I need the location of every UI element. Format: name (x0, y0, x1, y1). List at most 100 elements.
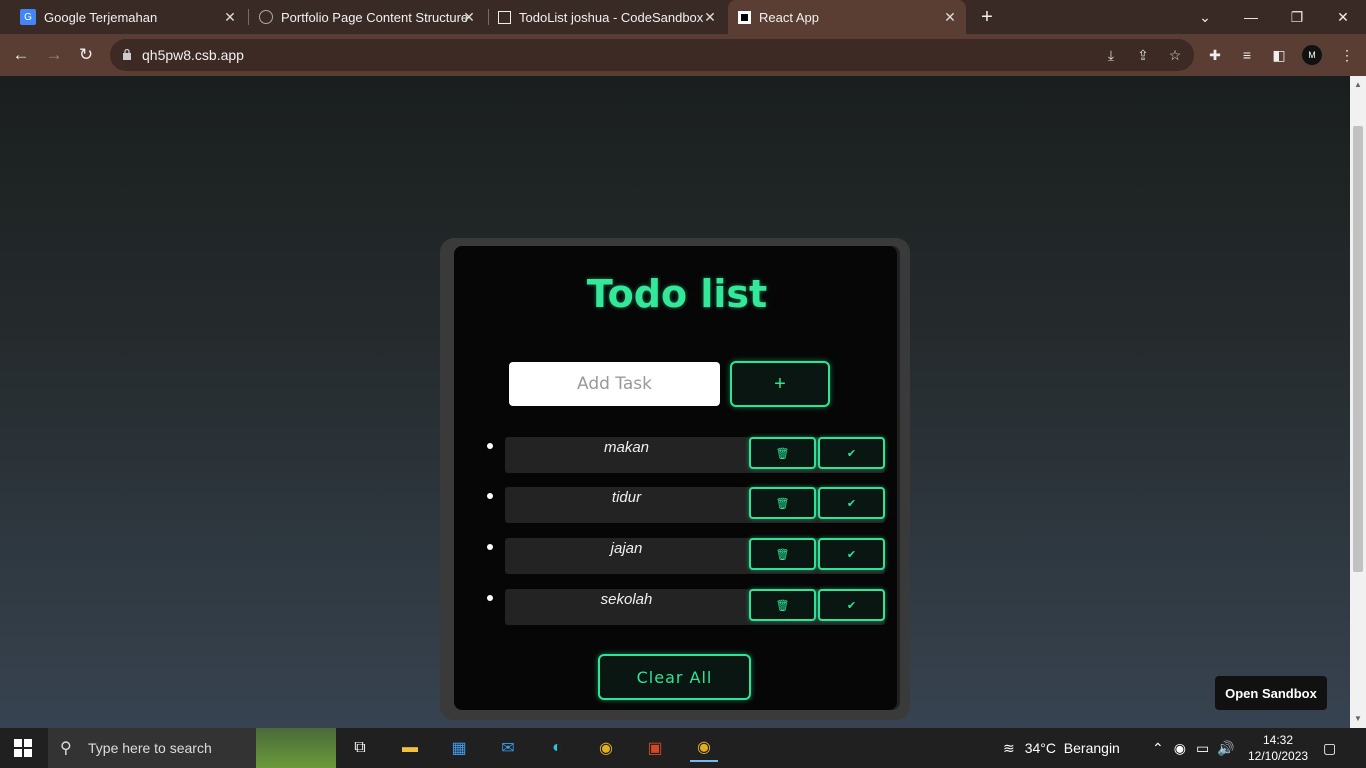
network-icon[interactable]: ▭ (1196, 740, 1209, 757)
done-button[interactable]: ✔ (818, 437, 885, 469)
codesandbox-icon (498, 10, 511, 24)
scrollbar[interactable]: ▲ ▼ (1350, 76, 1366, 728)
side-panel-icon[interactable]: ◧ (1270, 46, 1288, 64)
open-sandbox-button[interactable]: Open Sandbox (1215, 676, 1327, 710)
delete-button[interactable]: 🗑 (749, 437, 816, 469)
checkmark-icon: ✔ (846, 599, 857, 612)
checkmark-icon: ✔ (846, 548, 857, 561)
chrome-profile-icon[interactable]: ◉ (690, 734, 718, 762)
taskbar-search[interactable]: ⚲ Type here to search (48, 728, 336, 768)
bookmark-star-icon[interactable]: ☆ (1166, 46, 1184, 64)
list-item: jajan 🗑 ✔ (487, 538, 885, 574)
clock[interactable]: 14:32 12/10/2023 (1248, 732, 1308, 764)
tab-separator (248, 9, 249, 25)
media-control-icon[interactable]: ≡ (1238, 46, 1256, 64)
weather-text: 34°C Berangin (1024, 740, 1120, 756)
reload-icon[interactable]: ↻ (75, 44, 97, 66)
search-highlight-image (256, 728, 336, 768)
windows-start-icon[interactable] (14, 739, 32, 757)
tab-title: Google Terjemahan (44, 9, 158, 25)
tab-title: TodoList joshua - CodeSandbox (519, 9, 704, 25)
clock-date: 12/10/2023 (1248, 749, 1309, 763)
done-button[interactable]: ✔ (818, 538, 885, 570)
react-app-icon (738, 10, 751, 24)
tab-title: Portfolio Page Content Structure (281, 9, 469, 25)
close-icon[interactable]: ✕ (461, 9, 477, 25)
profile-avatar[interactable]: M (1302, 45, 1322, 65)
search-placeholder: Type here to search (88, 740, 212, 756)
done-button[interactable]: ✔ (818, 487, 885, 519)
task-name: sekolah (600, 591, 653, 608)
volume-icon[interactable]: 🔊 (1217, 740, 1234, 757)
extensions-icon[interactable]: ✚ (1206, 46, 1224, 64)
new-tab-button[interactable]: + (976, 6, 998, 28)
bullet (487, 595, 493, 601)
chatgpt-icon (259, 10, 273, 24)
notification-icon[interactable]: ▢ (1323, 728, 1336, 768)
weather-widget[interactable]: ≋ 34°C Berangin (1003, 728, 1120, 768)
system-tray: ⌃ ◉ ▭ 🔊 (1152, 728, 1235, 768)
bullet (487, 443, 493, 449)
url-text: qh5pw8.csb.app (142, 47, 244, 63)
minimize-button[interactable]: — (1228, 0, 1274, 34)
install-icon[interactable]: ⤓ (1102, 46, 1120, 64)
chevron-up-icon[interactable]: ⌃ (1152, 740, 1164, 757)
tab-portfolio[interactable]: Portfolio Page Content Structure ✕ (259, 0, 485, 34)
task-view-icon[interactable]: ⧉ (346, 734, 374, 762)
windows-taskbar: ⚲ Type here to search ⧉ ▬ ▦ ✉ ◐ ◉ ▣ ◉ ≋ … (0, 728, 1366, 768)
delete-button[interactable]: 🗑 (749, 538, 816, 570)
task-name: tidur (611, 489, 642, 506)
tab-strip: G Google Terjemahan ✕ Portfolio Page Con… (0, 0, 1366, 34)
tab-title: React App (759, 9, 819, 25)
tab-react-app[interactable]: React App ✕ (728, 0, 966, 34)
checkmark-icon: ✔ (846, 497, 857, 510)
tab-codesandbox[interactable]: TodoList joshua - CodeSandbox ✕ (498, 0, 726, 34)
add-task-input[interactable] (509, 362, 720, 406)
tab-separator (488, 9, 489, 25)
checkmark-icon: ✔ (846, 447, 857, 460)
scroll-down-icon[interactable]: ▼ (1354, 714, 1362, 723)
list-item: tidur 🗑 ✔ (487, 487, 885, 523)
tab-google-translate[interactable]: G Google Terjemahan ✕ (20, 0, 246, 34)
trash-icon: 🗑 (775, 599, 790, 612)
weather-wind-icon: ≋ (1003, 739, 1015, 756)
close-window-button[interactable]: ✕ (1320, 0, 1366, 34)
file-explorer-icon[interactable]: ▬ (396, 734, 424, 762)
browser-toolbar: ← → ↻ qh5pw8.csb.app ⤓ ⇪ ☆ ✚ ≡ ◧ M ⋮ (0, 34, 1366, 76)
close-icon[interactable]: ✕ (702, 9, 718, 25)
done-button[interactable]: ✔ (818, 589, 885, 621)
trash-icon: 🗑 (775, 497, 790, 510)
close-icon[interactable]: ✕ (222, 9, 238, 25)
tab-search-icon[interactable]: ⌄ (1182, 0, 1228, 34)
google-translate-icon: G (20, 9, 36, 25)
menu-icon[interactable]: ⋮ (1338, 46, 1356, 64)
back-icon[interactable]: ← (10, 44, 32, 66)
lock-icon (123, 48, 131, 60)
close-icon[interactable]: ✕ (942, 9, 958, 25)
search-icon: ⚲ (60, 740, 72, 757)
page-title: Todo list (586, 272, 768, 316)
add-task-button[interactable]: + (730, 361, 830, 407)
record-icon[interactable]: ◉ (1174, 740, 1186, 757)
clock-time: 14:32 (1262, 733, 1294, 747)
restore-button[interactable]: ❐ (1274, 0, 1320, 34)
microsoft-store-icon[interactable]: ▦ (445, 734, 473, 762)
powerpoint-icon[interactable]: ▣ (641, 734, 669, 762)
scrollbar-thumb[interactable] (1353, 126, 1363, 572)
trash-icon: 🗑 (775, 548, 790, 561)
clear-all-button[interactable]: Clear All (598, 654, 751, 700)
scroll-up-icon[interactable]: ▲ (1354, 80, 1362, 89)
bullet (487, 493, 493, 499)
mail-icon[interactable]: ✉ (494, 734, 522, 762)
edge-icon[interactable]: ◐ (543, 734, 571, 762)
trash-icon: 🗑 (775, 447, 790, 460)
delete-button[interactable]: 🗑 (749, 487, 816, 519)
chrome-icon[interactable]: ◉ (592, 734, 620, 762)
task-name: makan (603, 439, 650, 456)
delete-button[interactable]: 🗑 (749, 589, 816, 621)
list-item: makan 🗑 ✔ (487, 437, 885, 473)
share-icon[interactable]: ⇪ (1134, 46, 1152, 64)
forward-icon[interactable]: → (43, 44, 65, 66)
bullet (487, 544, 493, 550)
address-bar[interactable]: qh5pw8.csb.app ⤓ ⇪ ☆ (110, 39, 1194, 71)
